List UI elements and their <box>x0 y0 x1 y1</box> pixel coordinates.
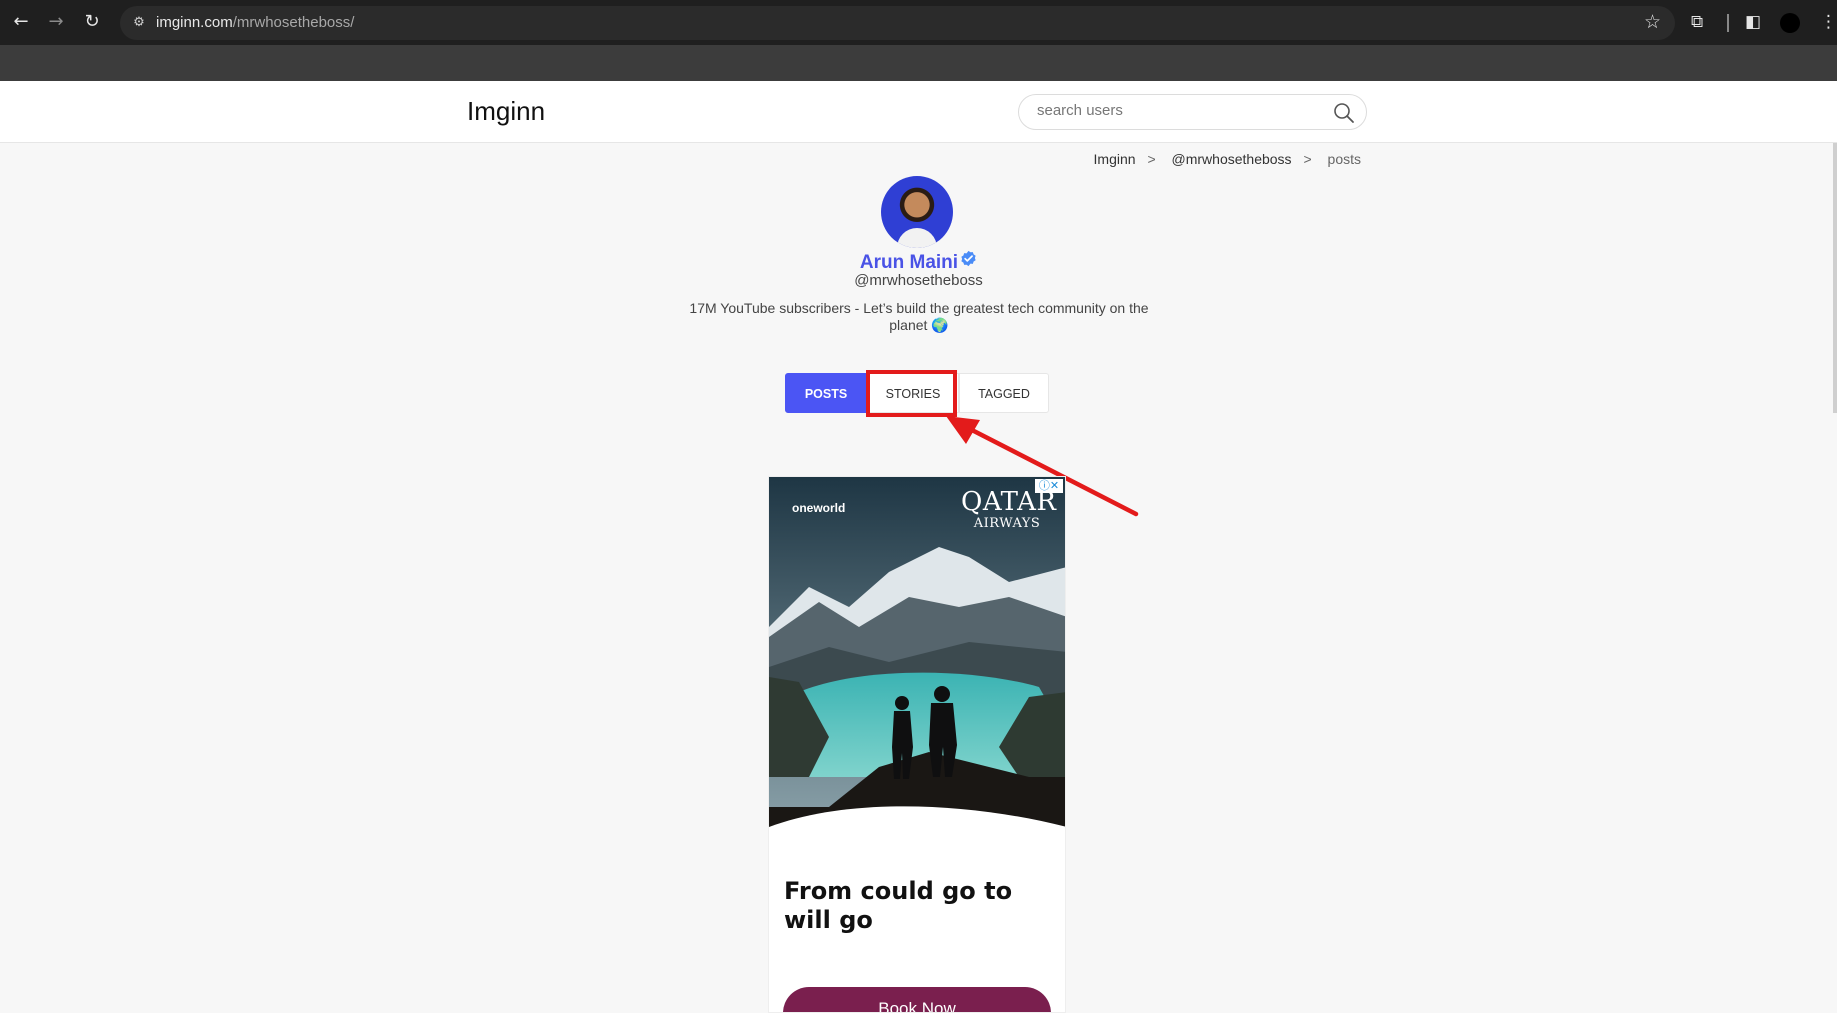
tab-posts[interactable]: POSTS <box>785 373 867 413</box>
profile-tabs: POSTS STORIES TAGGED <box>785 373 1049 413</box>
star-icon[interactable]: ☆ <box>1644 11 1661 33</box>
browser-toolbar: ← → ↻ ⚙ imginn.com/mrwhosetheboss/ ☆ ⧉ ◧… <box>0 0 1837 45</box>
browser-chrome: ← → ↻ ⚙ imginn.com/mrwhosetheboss/ ☆ ⧉ ◧… <box>0 0 1837 81</box>
breadcrumb-current: posts <box>1327 151 1361 167</box>
profile-name-row: Arun Maini <box>0 250 1837 274</box>
side-panel-icon[interactable]: ◧ <box>1745 10 1761 34</box>
profile-bio: 17M YouTube subscribers - Let’s build th… <box>689 300 1149 333</box>
tab-tagged[interactable]: TAGGED <box>959 373 1049 413</box>
breadcrumb-home[interactable]: Imginn <box>1094 151 1136 167</box>
back-icon[interactable]: ← <box>9 10 33 34</box>
ad-headline: From could go to will go <box>784 877 1013 934</box>
forward-icon[interactable]: → <box>44 10 68 34</box>
search-icon[interactable] <box>1332 101 1356 125</box>
verified-badge-icon <box>961 250 976 267</box>
extensions-icon[interactable]: ⧉ <box>1691 10 1703 34</box>
menu-kebab-icon[interactable]: ⋮ <box>1820 10 1837 34</box>
breadcrumb-separator: > <box>1147 151 1156 167</box>
toolbar-divider <box>1727 14 1729 32</box>
url-text[interactable]: imginn.com/mrwhosetheboss/ <box>156 14 354 31</box>
ad-book-now-button[interactable]: Book Now <box>783 987 1051 1012</box>
profile-avatar-icon[interactable] <box>1780 13 1800 33</box>
advertisement[interactable]: oneworld QATAR AIRWAYS ⓘ✕ From could go … <box>768 476 1066 1013</box>
address-bar[interactable]: ⚙ imginn.com/mrwhosetheboss/ ☆ <box>120 6 1675 40</box>
tab-stories[interactable]: STORIES <box>867 373 959 413</box>
breadcrumb-user[interactable]: @mrwhosetheboss <box>1172 151 1292 167</box>
site-logo[interactable]: Imginn <box>467 96 545 127</box>
ad-logo-sub: AIRWAYS <box>973 516 1041 531</box>
site-info-icon[interactable]: ⚙ <box>130 14 148 32</box>
search-box[interactable] <box>1018 94 1367 130</box>
search-input[interactable] <box>1037 102 1317 119</box>
breadcrumb-separator: > <box>1303 151 1312 167</box>
profile-name: Arun Maini <box>859 252 959 273</box>
avatar <box>881 176 953 248</box>
site-header: Imginn <box>0 81 1837 143</box>
adchoices-icon[interactable]: ⓘ✕ <box>1035 479 1063 493</box>
breadcrumb: Imginn > @mrwhosetheboss > posts <box>1090 151 1361 167</box>
profile-handle: @mrwhosetheboss <box>854 272 983 289</box>
ad-advertiser-logo: QATAR AIRWAYS <box>961 489 1056 533</box>
reload-icon[interactable]: ↻ <box>80 10 104 34</box>
ad-brand-logo: oneworld <box>792 501 846 515</box>
